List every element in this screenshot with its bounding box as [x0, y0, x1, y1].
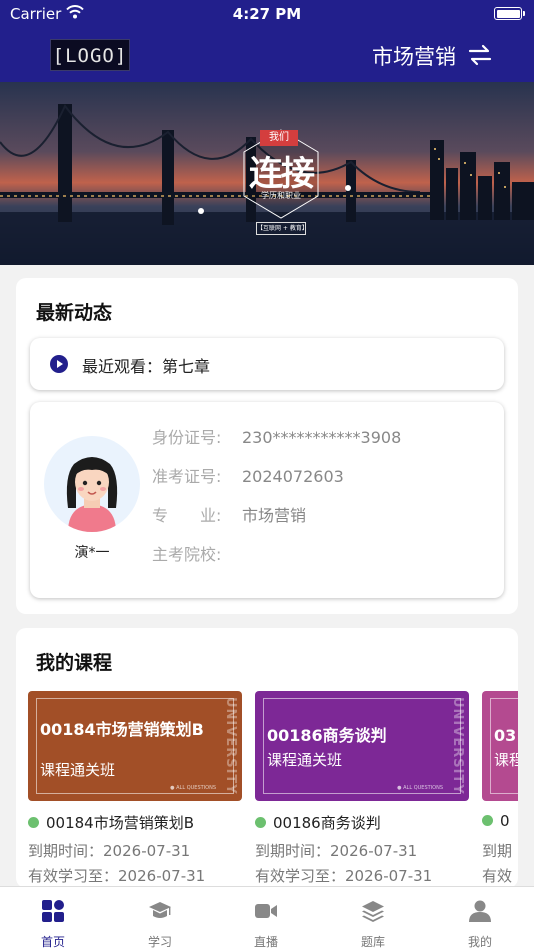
course-name-text: 0 [500, 812, 510, 830]
course-expire: 到期时间：2026-07-31 [255, 840, 417, 861]
valid-value: 2026-07-31 [345, 867, 433, 885]
cover-frame [263, 698, 461, 794]
top-nav-bar: [LOGO] 市场营销 [0, 28, 534, 82]
play-icon [50, 355, 68, 373]
cover-tag: ● ALL QUESTIONS [170, 785, 216, 791]
cover-subtitle: 课程 [494, 751, 518, 769]
status-dot [28, 817, 39, 828]
banner-subtitle: 学历和职业 [261, 191, 301, 200]
cover-tag: ● ALL QUESTIONS [397, 785, 443, 791]
major-title[interactable]: 市场营销 [372, 41, 456, 71]
school-label: 主考院校: [152, 545, 222, 564]
course-valid: 有效学习至：2026-07-31 [255, 865, 432, 886]
my-courses-card: 我的课程 UNIVERSITY 00184市场营销策划B 课程通关班 ● ALL… [16, 628, 518, 888]
course-name[interactable]: 0 [482, 812, 510, 830]
user-icon [469, 900, 491, 922]
course-name[interactable]: 00184市场营销策划B [28, 812, 194, 833]
tab-study-label: 学习 [147, 935, 172, 949]
course-expire: 到期时间：2026-07-31 [28, 840, 190, 861]
tab-study[interactable]: 学习 [107, 887, 213, 950]
tab-mine-label: 我的 [467, 935, 492, 949]
cover-title: 03 [494, 726, 517, 745]
cover-subtitle: 课程通关班 [40, 761, 116, 779]
app-logo: [LOGO] [50, 39, 130, 71]
expire-value: 2026-07-31 [103, 842, 191, 860]
course-carousel[interactable]: UNIVERSITY 00184市场营销策划B 课程通关班 ● ALL QUES… [28, 691, 518, 888]
major-label: 专 业: [152, 506, 222, 525]
avatar [44, 436, 140, 532]
girl-avatar-illustration [66, 457, 118, 532]
course-valid: 有效学习至：2026-07-31 [28, 865, 205, 886]
status-dot [482, 815, 493, 826]
course-item[interactable]: UNIVERSITY 00184市场营销策划B 课程通关班 ● ALL QUES… [28, 691, 242, 885]
course-item[interactable]: UNIVERSITY 00186商务谈判 课程通关班 ● ALL QUESTIO… [255, 691, 469, 885]
latest-news-card: 最新动态 最近观看：第七章 演*一 身份证号: 230***********39… [16, 278, 518, 614]
cover-subtitle: 课程通关班 [267, 751, 343, 769]
school-row: 主考院校: [152, 541, 242, 565]
course-cover[interactable]: UNIVERSITY 00184市场营销策划B 课程通关班 ● ALL QUES… [28, 691, 242, 801]
major-row: 专 业: 市场营销 [152, 502, 306, 526]
tab-mine[interactable]: 我的 [427, 887, 533, 950]
graduation-cap-icon [149, 902, 171, 918]
banner-footer: 【互联网 + 教育】 [256, 222, 308, 235]
bottom-tab-bar: 首页 学习 直播 题库 我的 [0, 886, 534, 950]
course-cover[interactable]: 03 课程 [482, 691, 518, 801]
valid-label: 有效学习至： [28, 867, 119, 885]
id-number-row: 身份证号: 230***********3908 [152, 424, 401, 448]
tab-home-label: 首页 [40, 935, 65, 949]
video-camera-icon [255, 904, 277, 918]
battery-icon [494, 7, 525, 20]
banner-tag: 我们 [260, 130, 298, 146]
id-number-label: 身份证号: [152, 428, 222, 447]
course-name-text: 00184市场营销策划B [46, 814, 195, 832]
expire-label: 到期时间： [28, 842, 104, 860]
layers-icon [362, 901, 384, 922]
tab-question-bank[interactable]: 题库 [320, 887, 426, 950]
valid-label: 有效 [482, 867, 513, 885]
major-value: 市场营销 [242, 506, 307, 525]
course-item[interactable]: 03 课程 0 到期 有效 [482, 691, 518, 885]
course-cover[interactable]: UNIVERSITY 00186商务谈判 课程通关班 ● ALL QUESTIO… [255, 691, 469, 801]
swap-arrows-icon[interactable] [468, 44, 492, 66]
clock: 4:27 PM [232, 5, 302, 23]
status-dot [255, 817, 266, 828]
my-courses-title: 我的课程 [36, 652, 113, 674]
exam-number-label: 准考证号: [152, 467, 222, 486]
student-name: 演*一 [74, 545, 110, 561]
tab-live[interactable]: 直播 [213, 887, 319, 950]
cover-title: 00184市场营销策划B [40, 720, 204, 739]
expire-label: 到期 [482, 842, 513, 860]
cover-frame [490, 698, 518, 794]
cover-vertical-text: UNIVERSITY [223, 697, 238, 795]
valid-value: 2026-07-31 [118, 867, 206, 885]
recently-watched-label: 最近观看：第七章 [82, 357, 211, 376]
student-profile-card: 演*一 身份证号: 230***********3908 准考证号: 2024072… [30, 402, 504, 598]
expire-value: 2026-07-31 [330, 842, 418, 860]
latest-news-title: 最新动态 [36, 302, 113, 324]
exam-number-row: 准考证号: 2024072603 [152, 463, 344, 487]
hero-banner[interactable]: 我们 连接 学历和职业 【互联网 + 教育】 [0, 82, 534, 265]
course-expire: 到期 [482, 840, 512, 861]
exam-number-value: 2024072603 [242, 467, 344, 486]
course-name-text: 00186商务谈判 [273, 814, 381, 832]
cover-vertical-text: UNIVERSITY [450, 697, 465, 795]
course-name[interactable]: 00186商务谈判 [255, 812, 381, 833]
home-icon [42, 900, 64, 922]
course-valid: 有效 [482, 865, 512, 886]
tab-live-label: 直播 [253, 935, 278, 949]
cover-title: 00186商务谈判 [267, 726, 387, 745]
id-number-value: 230***********3908 [242, 428, 402, 447]
status-bar: Carrier 4:27 PM [0, 0, 534, 28]
tab-question-bank-label: 题库 [360, 935, 385, 949]
tab-home[interactable]: 首页 [0, 887, 106, 950]
banner-headline: 连接 [249, 154, 315, 194]
expire-label: 到期时间： [255, 842, 331, 860]
valid-label: 有效学习至： [255, 867, 346, 885]
recently-watched-bar[interactable]: 最近观看：第七章 [30, 338, 504, 390]
